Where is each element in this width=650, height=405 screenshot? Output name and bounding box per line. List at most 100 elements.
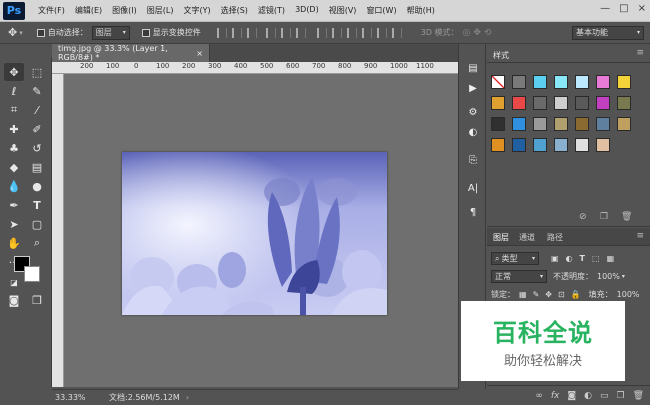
style-swatch[interactable] [596, 96, 610, 110]
style-swatch[interactable] [491, 75, 505, 89]
style-swatch[interactable] [554, 75, 568, 89]
style-swatch[interactable] [596, 75, 610, 89]
minimize-button[interactable]: — [600, 3, 610, 14]
menu-type[interactable]: 文字(Y) [178, 5, 215, 16]
panel-menu-icon[interactable]: ≡ [636, 48, 644, 58]
filter-type-icon[interactable]: T [580, 254, 585, 263]
distribute-right-icon[interactable] [391, 27, 402, 38]
layer-style-icon[interactable]: fx [551, 391, 560, 401]
adjustment-layer-icon[interactable]: ◐ [584, 391, 592, 401]
menu-file[interactable]: 文件(F) [33, 5, 70, 16]
quick-mask-icon[interactable]: ◙ [4, 291, 24, 309]
brush-tool-icon[interactable]: ✐ [27, 120, 47, 138]
crop-tool-icon[interactable]: ⌗ [4, 101, 24, 119]
style-swatch[interactable] [512, 75, 526, 89]
style-swatch[interactable] [596, 117, 610, 131]
close-button[interactable]: × [638, 3, 646, 14]
new-group-icon[interactable]: ▭ [600, 391, 609, 401]
eyedropper-tool-icon[interactable]: ⁄ [27, 101, 47, 119]
auto-select-dropdown[interactable]: 图层 ▾ [91, 25, 130, 40]
document-image[interactable] [122, 152, 387, 315]
menu-image[interactable]: 图像(I) [107, 5, 142, 16]
marquee-tool-icon[interactable]: ⬚ [27, 63, 47, 81]
style-swatch[interactable] [491, 96, 505, 110]
menu-view[interactable]: 视图(V) [324, 5, 362, 16]
adjustments-icon[interactable]: ◐ [465, 124, 481, 140]
style-swatch[interactable] [575, 75, 589, 89]
hand-tool-icon[interactable]: ✋ [4, 234, 24, 252]
pen-tool-icon[interactable]: ✒ [4, 196, 24, 214]
filter-pixel-icon[interactable]: ▣ [551, 254, 559, 263]
clear-style-icon[interactable]: ⊘ [579, 212, 587, 222]
filter-shape-icon[interactable]: ⬚ [592, 254, 600, 263]
filter-adjust-icon[interactable]: ◐ [566, 254, 573, 263]
style-swatch[interactable] [512, 96, 526, 110]
align-right-icon[interactable] [295, 27, 306, 38]
menu-window[interactable]: 窗口(W) [361, 5, 401, 16]
style-swatch[interactable] [617, 117, 631, 131]
new-layer-icon[interactable]: ❐ [616, 391, 624, 401]
style-swatch[interactable] [575, 96, 589, 110]
history-brush-tool-icon[interactable]: ↺ [27, 139, 47, 157]
align-bottom-icon[interactable] [246, 27, 257, 38]
shape-tool-icon[interactable]: ▢ [27, 215, 47, 233]
align-left-icon[interactable] [265, 27, 276, 38]
lock-position-icon[interactable]: ✥ [545, 290, 552, 299]
align-vcenter-icon[interactable] [231, 27, 242, 38]
chevron-right-icon[interactable]: › [186, 393, 189, 402]
menu-3d[interactable]: 3D(D) [290, 5, 324, 16]
gradient-tool-icon[interactable]: ▤ [27, 158, 47, 176]
lock-all-icon[interactable]: 🔒 [571, 290, 581, 299]
move-tool-icon[interactable]: ✥ [8, 26, 17, 39]
menu-select[interactable]: 选择(S) [216, 5, 253, 16]
menu-layer[interactable]: 图层(L) [142, 5, 179, 16]
blur-tool-icon[interactable]: 💧 [4, 177, 24, 195]
distribute-hcenter-icon[interactable] [376, 27, 387, 38]
default-colors-icon[interactable]: ◪ [4, 273, 24, 291]
zoom-level[interactable]: 33.33% [55, 393, 97, 402]
character-icon[interactable]: A| [465, 180, 481, 196]
style-swatch[interactable] [554, 138, 568, 152]
dodge-tool-icon[interactable]: ● [27, 177, 47, 195]
chevron-down-icon[interactable]: ▾ [19, 29, 23, 37]
lock-pixels-icon[interactable]: ▦ [519, 290, 527, 299]
link-layers-icon[interactable]: ∞ [535, 391, 543, 401]
style-swatch[interactable] [533, 117, 547, 131]
show-transform-checkbox[interactable] [141, 28, 150, 37]
style-swatch[interactable] [533, 75, 547, 89]
document-tab[interactable]: timg.jpg @ 33.3% (Layer 1, RGB/8#) * × [52, 44, 210, 62]
path-select-tool-icon[interactable]: ➤ [4, 215, 24, 233]
lock-artboard-icon[interactable]: ⊡ [558, 290, 565, 299]
move-tool-icon[interactable]: ✥ [4, 63, 24, 81]
layer-mask-icon[interactable]: ◙ [567, 391, 576, 401]
fill-value[interactable]: 100% [617, 290, 640, 299]
style-swatch[interactable] [533, 96, 547, 110]
lock-paint-icon[interactable]: ✎ [533, 290, 540, 299]
maximize-button[interactable]: □ [619, 3, 628, 14]
distribute-top-icon[interactable] [316, 27, 327, 38]
style-swatch[interactable] [491, 117, 505, 131]
background-color-swatch[interactable] [24, 266, 40, 282]
distribute-vcenter-icon[interactable] [331, 27, 342, 38]
close-icon[interactable]: × [196, 49, 203, 58]
style-swatch[interactable] [491, 138, 505, 152]
tab-channels[interactable]: 通道 [519, 232, 535, 243]
style-swatch[interactable] [575, 117, 589, 131]
history-icon[interactable]: ▤ [465, 60, 481, 76]
style-swatch[interactable] [512, 138, 526, 152]
menu-filter[interactable]: 滤镜(T) [253, 5, 290, 16]
align-top-icon[interactable] [216, 27, 227, 38]
tab-paths[interactable]: 路径 [547, 232, 563, 243]
new-style-icon[interactable]: ❐ [600, 212, 608, 222]
style-swatch[interactable] [554, 117, 568, 131]
trash-icon[interactable]: 🗑 [633, 391, 644, 401]
clone-stamp-tool-icon[interactable]: ♣ [4, 139, 24, 157]
style-swatch[interactable] [575, 138, 589, 152]
style-swatch[interactable] [596, 138, 610, 152]
tab-styles[interactable]: 样式 [493, 50, 509, 61]
filter-smart-icon[interactable]: ▦ [607, 254, 615, 263]
clone-source-icon[interactable]: ⎘ [465, 152, 481, 168]
distribute-bottom-icon[interactable] [346, 27, 357, 38]
eraser-tool-icon[interactable]: ◆ [4, 158, 24, 176]
properties-icon[interactable]: ⚙ [465, 104, 481, 120]
